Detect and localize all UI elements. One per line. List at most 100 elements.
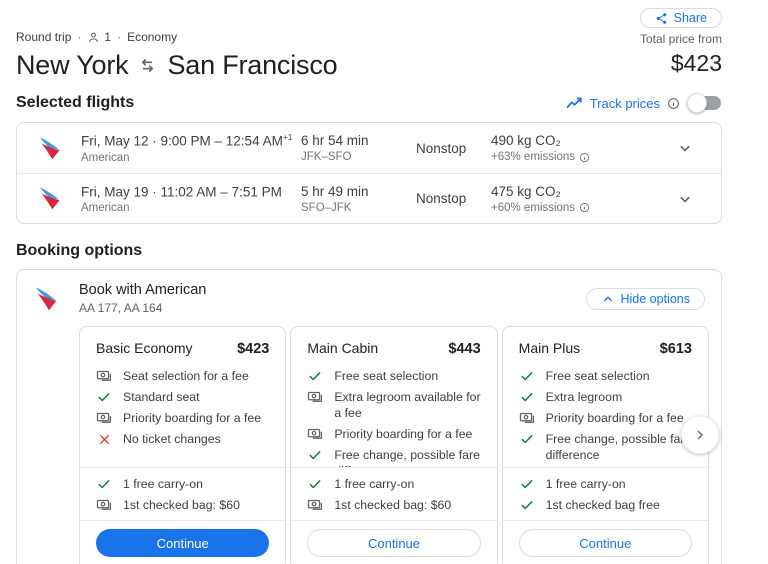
continue-button[interactable]: Continue xyxy=(518,529,692,557)
share-label: Share xyxy=(673,11,707,25)
fare-baggage-list: 1 free carry-on 1st checked bag: $60 xyxy=(291,468,496,520)
fare-baggage-list: 1 free carry-on 1st checked bag free xyxy=(503,468,708,520)
continue-button[interactable]: Continue xyxy=(96,529,270,557)
fare-feature-text: 1 free carry-on xyxy=(334,477,415,491)
flight-row-return[interactable]: Fri, May 19 · 11:02 AM – 7:51 PM America… xyxy=(17,173,721,223)
track-prices-toggle[interactable] xyxy=(687,93,722,113)
fare-card-basic-economy: Basic Economy $423 Seat selection for a … xyxy=(79,326,287,564)
swap-arrows-icon xyxy=(138,56,157,75)
airline-name: American xyxy=(81,202,130,215)
fee-icon xyxy=(96,497,112,513)
fare-feature-text: No ticket changes xyxy=(123,432,221,446)
fare-name: Main Plus xyxy=(518,340,581,356)
flight-datetime: Fri, May 12 · 9:00 PM – 12:54 AM xyxy=(81,133,283,149)
check-icon xyxy=(519,497,535,513)
co2-amount: 490 kg CO₂ xyxy=(491,133,561,148)
fee-icon xyxy=(307,426,323,442)
fare-feature-text: 1 free carry-on xyxy=(123,477,203,491)
fare-feature-row: 1st checked bag free xyxy=(519,497,694,513)
fare-feature-list: Free seat selection Extra legroom availab… xyxy=(291,365,496,467)
chevron-down-icon[interactable] xyxy=(675,189,701,209)
fare-feature-text: Free change, possible fare difference xyxy=(545,432,692,462)
fare-price: $443 xyxy=(448,341,481,357)
check-icon xyxy=(519,476,535,492)
american-airlines-logo xyxy=(33,285,61,313)
fare-card-main-cabin: Main Cabin $443 Free seat selection Extra… xyxy=(290,326,498,564)
fare-feature-text: Free change, possible fare difference xyxy=(334,448,480,467)
fare-feature-row: Free change, possible fare difference xyxy=(307,447,482,467)
fare-feature-row: Extra legroom available for a fee xyxy=(307,389,482,421)
fare-feature-row: 1 free carry-on xyxy=(307,476,482,492)
fare-feature-text: Free seat selection xyxy=(545,369,650,383)
check-icon xyxy=(519,389,535,405)
fare-feature-text: 1st checked bag free xyxy=(545,498,660,512)
fare-feature-list: Free seat selection Extra legroom Priority… xyxy=(503,365,708,467)
flight-stops: Nonstop xyxy=(416,191,467,206)
fare-feature-text: 1st checked bag: $60 xyxy=(334,498,452,512)
cabin-class-label: Economy xyxy=(127,30,178,44)
fare-feature-row: Free seat selection xyxy=(307,368,482,384)
passenger-count: 1 xyxy=(104,30,112,44)
american-airlines-logo xyxy=(37,135,81,162)
co2-amount: 475 kg CO₂ xyxy=(491,183,561,199)
chevron-down-icon[interactable] xyxy=(675,138,701,158)
chevron-right-icon xyxy=(692,427,708,443)
flight-stops: Nonstop xyxy=(416,140,467,156)
price-graph-icon xyxy=(566,96,583,110)
fare-feature-list: Seat selection for a fee Standard seat Pri… xyxy=(80,365,285,467)
fare-feature-row: Priority boarding for a fee xyxy=(307,426,482,442)
fare-name: Main Cabin xyxy=(307,340,379,356)
fare-feature-row: Free change, possible fare difference xyxy=(519,431,694,463)
fare-price: $423 xyxy=(237,341,270,357)
fare-name: Basic Economy xyxy=(96,340,193,356)
trip-type-label: Round trip xyxy=(16,30,72,44)
total-price-label: Total price from xyxy=(639,32,722,46)
page-header: Round trip · 1 · Economy New York San Fr… xyxy=(16,30,722,81)
fare-options: Basic Economy $423 Seat selection for a … xyxy=(79,326,709,564)
fare-feature-text: Priority boarding for a fee xyxy=(334,427,473,441)
fare-feature-text: 1 free carry-on xyxy=(545,477,626,491)
fare-feature-text: Priority boarding for a fee xyxy=(545,411,684,425)
fare-feature-row: 1 free carry-on xyxy=(519,476,694,492)
person-icon xyxy=(87,31,100,44)
flight-duration: 5 hr 49 min xyxy=(301,183,369,199)
fare-feature-row: 1st checked bag: $60 xyxy=(307,497,482,513)
fare-feature-text: Free seat selection xyxy=(334,369,439,383)
flight-route: SFO–JFK xyxy=(301,201,352,214)
fare-feature-text: Seat selection for a fee xyxy=(123,369,249,383)
check-icon xyxy=(519,368,535,384)
info-icon[interactable] xyxy=(667,97,680,110)
fare-price: $613 xyxy=(659,341,692,357)
fare-feature-text: Extra legroom xyxy=(545,390,623,404)
track-prices-label: Track prices xyxy=(589,95,660,111)
page-title: New York San Francisco xyxy=(16,50,338,81)
continue-button[interactable]: Continue xyxy=(307,529,481,557)
fee-icon xyxy=(307,497,323,513)
fare-feature-text: Standard seat xyxy=(123,390,200,404)
flight-numbers: AA 177, AA 164 xyxy=(79,301,163,315)
top-bar: Share xyxy=(16,0,722,28)
info-icon[interactable] xyxy=(579,202,590,213)
info-icon[interactable] xyxy=(579,152,590,163)
fee-icon xyxy=(96,368,112,384)
fee-icon xyxy=(519,410,535,426)
fare-feature-row: 1st checked bag: $60 xyxy=(96,497,271,513)
booking-provider: Book with American xyxy=(79,282,207,298)
check-icon xyxy=(96,476,112,492)
fare-feature-row: Priority boarding for a fee xyxy=(519,410,694,426)
airline-name: American xyxy=(81,151,130,164)
share-button[interactable]: Share xyxy=(639,8,722,28)
destination-city: San Francisco xyxy=(167,50,338,80)
fare-feature-row: Free seat selection xyxy=(519,368,694,384)
check-icon xyxy=(307,368,323,384)
fare-feature-text: 1st checked bag: $60 xyxy=(123,498,240,512)
fare-card-main-plus: Main Plus $613 Free seat selection Extra … xyxy=(501,326,709,564)
flight-row-outbound[interactable]: Fri, May 12 · 9:00 PM – 12:54 AM+1 Ameri… xyxy=(17,123,721,173)
origin-city: New York xyxy=(16,50,129,80)
next-fares-button[interactable] xyxy=(681,416,719,454)
emissions-delta: +63% emissions xyxy=(491,151,576,163)
fare-feature-row: Extra legroom xyxy=(519,389,694,405)
x-icon xyxy=(96,431,112,447)
hide-options-button[interactable]: Hide options xyxy=(585,287,705,310)
selected-flights-list: Fri, May 12 · 9:00 PM – 12:54 AM+1 Ameri… xyxy=(16,122,722,224)
